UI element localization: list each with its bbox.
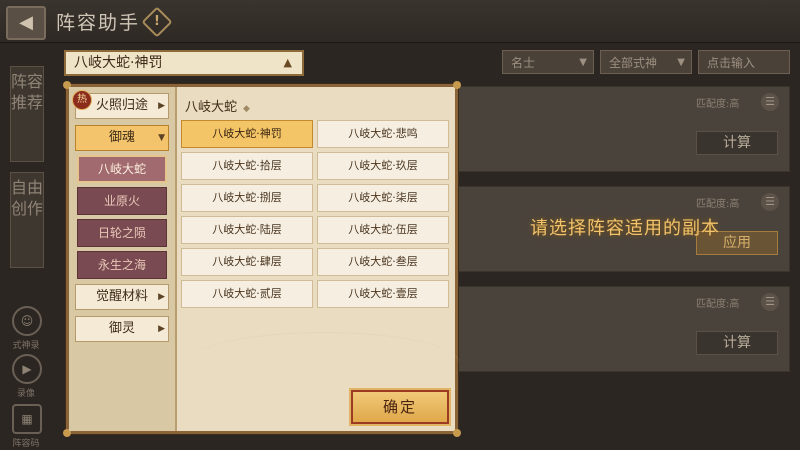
option-item[interactable]: 八岐大蛇·贰层	[181, 280, 313, 308]
lineup-card: 匹配度:高 ☰ 计算	[455, 86, 790, 172]
category-awaken-material[interactable]: 觉醒材料 ▶	[75, 284, 169, 310]
category-label: 御魂	[108, 130, 135, 145]
shikigami-record-button[interactable]: ☺ 式神录	[12, 306, 42, 351]
menu-icon[interactable]: ☰	[761, 193, 779, 211]
shikigami-record-label: 式神录	[12, 341, 40, 351]
play-icon: ▶	[12, 354, 42, 384]
option-item[interactable]: 八岐大蛇·叁层	[317, 248, 449, 276]
dungeon-picker-panel: 热 火照归途 ▶ 御魂 ▼ 八岐大蛇 业原火 日轮之陨 永生之海 觉醒材料 ▶ …	[63, 81, 461, 437]
chevron-right-icon: ▶	[158, 292, 165, 302]
lineup-code-button[interactable]: ▦ 阵容码	[12, 404, 42, 449]
sub-item-orochi[interactable]: 八岐大蛇	[77, 155, 167, 183]
back-arrow-icon[interactable]: ◀	[6, 6, 46, 40]
tab-free-create[interactable]: 自由创作	[10, 172, 44, 268]
select-dungeon-hint: 请选择阵容适用的副本	[530, 218, 720, 239]
warning-icon[interactable]: !	[141, 6, 173, 38]
diamond-icon: ◆	[243, 104, 250, 114]
chevron-right-icon: ▶	[158, 324, 165, 334]
option-item[interactable]: 八岐大蛇·壹层	[317, 280, 449, 308]
match-label: 匹配度:高	[696, 99, 740, 110]
corner-ornament	[453, 81, 461, 89]
filter-shikigami-value: 全部式神	[609, 56, 658, 70]
category-label: 御灵	[108, 321, 135, 336]
category-spirit[interactable]: 御灵 ▶	[75, 316, 169, 342]
hot-badge: 热	[72, 90, 92, 110]
option-item[interactable]: 八岐大蛇·捌层	[181, 184, 313, 212]
calculate-button[interactable]: 计算	[696, 331, 778, 355]
option-item[interactable]: 八岐大蛇·神罚	[181, 120, 313, 148]
tab-free-create-label: 自由创作	[11, 178, 44, 218]
category-soul[interactable]: 御魂 ▼	[75, 125, 169, 151]
top-bar: ◀ 阵容助手 !	[0, 0, 800, 43]
option-item[interactable]: 八岐大蛇·伍层	[317, 216, 449, 244]
filter-dropdown-shikigami[interactable]: 全部式神 ▼	[600, 50, 692, 74]
option-item[interactable]: 八岐大蛇·拾层	[181, 152, 313, 180]
category-label: 觉醒材料	[95, 289, 148, 304]
category-label: 火照归途	[95, 98, 148, 113]
code-icon: ▦	[12, 404, 42, 434]
corner-ornament	[453, 429, 461, 437]
mask-icon: ☺	[12, 306, 42, 336]
sub-item-karma-fire[interactable]: 业原火	[77, 187, 167, 215]
chevron-down-icon: ▼	[677, 57, 685, 68]
calculate-button[interactable]: 计算	[696, 131, 778, 155]
search-placeholder: 点击输入	[707, 56, 756, 70]
match-label: 匹配度:高	[696, 299, 740, 310]
lineup-code-label: 阵容码	[12, 439, 40, 449]
menu-icon[interactable]: ☰	[761, 293, 779, 311]
sub-item-sun-fall[interactable]: 日轮之陨	[77, 219, 167, 247]
section-title-text: 八岐大蛇	[185, 100, 238, 115]
chevron-down-icon: ▼	[158, 133, 165, 143]
category-column: 热 火照归途 ▶ 御魂 ▼ 八岐大蛇 业原火 日轮之陨 永生之海 觉醒材料 ▶ …	[69, 87, 177, 431]
option-item[interactable]: 八岐大蛇·柒层	[317, 184, 449, 212]
chevron-right-icon: ▶	[158, 101, 165, 111]
dungeon-select-value: 八岐大蛇·神罚	[74, 55, 163, 71]
dungeon-select[interactable]: 八岐大蛇·神罚 ▲	[64, 50, 304, 76]
category-fire-return[interactable]: 热 火照归途 ▶	[72, 90, 169, 119]
replay-label: 录像	[16, 389, 35, 399]
option-item[interactable]: 八岐大蛇·陆层	[181, 216, 313, 244]
tab-lineup-recommend[interactable]: 阵容推荐	[10, 66, 44, 162]
option-item[interactable]: 八岐大蛇·悲鸣	[317, 120, 449, 148]
option-item[interactable]: 八岐大蛇·玖层	[317, 152, 449, 180]
filter-dropdown-rank[interactable]: 名士 ▼	[502, 50, 594, 74]
search-input[interactable]: 点击输入	[698, 50, 790, 74]
sub-item-eternal-sea[interactable]: 永生之海	[77, 251, 167, 279]
tab-lineup-recommend-label: 阵容推荐	[11, 72, 44, 112]
replay-button[interactable]: ▶ 录像	[12, 354, 42, 399]
option-item[interactable]: 八岐大蛇·肆层	[181, 248, 313, 276]
chevron-up-icon: ▲	[283, 56, 292, 69]
chevron-down-icon: ▼	[579, 57, 587, 68]
confirm-button[interactable]: 确定	[351, 390, 449, 424]
match-label: 匹配度:高	[696, 199, 740, 210]
menu-icon[interactable]: ☰	[761, 93, 779, 111]
cloud-pattern	[189, 332, 459, 393]
section-title: 八岐大蛇 ◆	[185, 96, 250, 115]
lineup-card: 匹配度:高 ☰ 计算	[455, 286, 790, 372]
filter-rank-value: 名士	[511, 56, 536, 70]
page-title: 阵容助手	[56, 12, 141, 34]
